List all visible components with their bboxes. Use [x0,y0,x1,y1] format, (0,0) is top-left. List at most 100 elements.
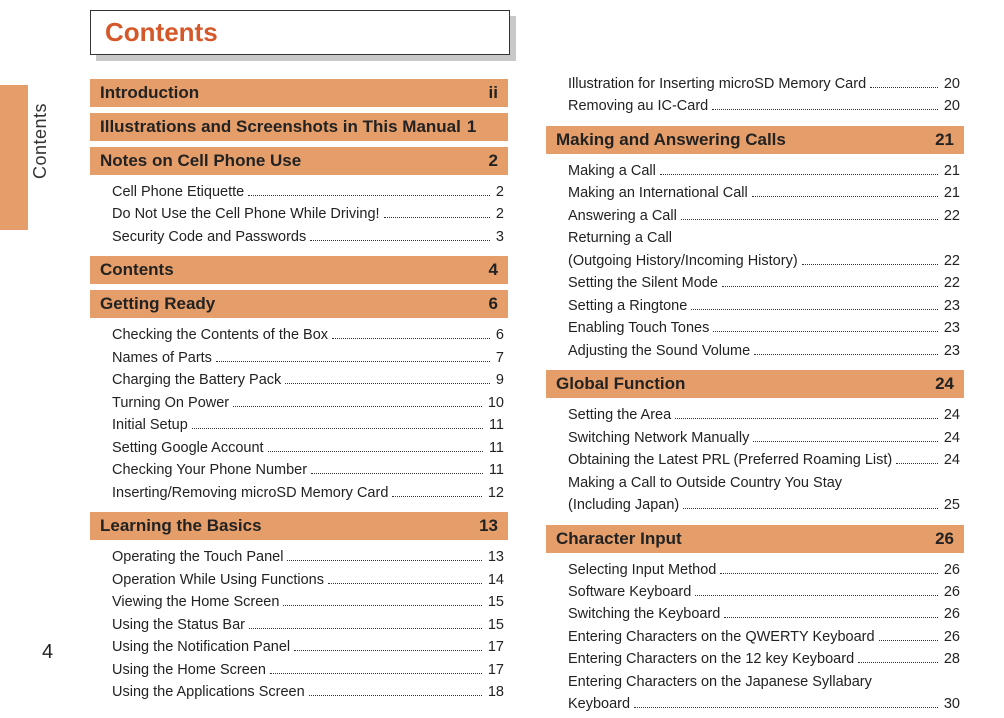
toc-items: Illustration for Inserting microSD Memor… [546,73,964,120]
section-header: Contents4 [90,256,508,284]
toc-row: Checking Your Phone Number11 [112,459,504,481]
toc-label: Operation While Using Functions [112,569,324,591]
section-header: Notes on Cell Phone Use2 [90,147,508,175]
toc-label: Removing au IC-Card [568,95,708,117]
toc-items: Cell Phone Etiquette2Do Not Use the Cell… [90,181,508,250]
toc-label: Entering Characters on the 12 key Keyboa… [568,648,854,670]
toc-label: Setting Google Account [112,437,264,459]
toc-label: Making a Call to Outside Country You Sta… [568,472,842,494]
toc-row: Entering Characters on the 12 key Keyboa… [568,648,960,670]
toc-page: 26 [942,626,960,648]
toc-leader [683,497,938,509]
section-page: ii [489,83,498,103]
toc-page: 11 [487,459,504,481]
toc-label: Illustration for Inserting microSD Memor… [568,73,866,95]
toc-leader [384,207,490,219]
toc-row: Cell Phone Etiquette2 [112,181,504,203]
section-header: Illustrations and Screenshots in This Ma… [90,113,508,141]
toc-row: Switching Network Manually 24 [568,427,960,449]
toc-row: Do Not Use the Cell Phone While Driving!… [112,203,504,225]
toc-leader [695,584,938,596]
toc-leader [287,550,481,562]
toc-leader [233,395,482,407]
toc-leader [870,76,938,88]
section-header: Getting Ready6 [90,290,508,318]
page: Contents 4 Contents IntroductioniiIllust… [0,0,1004,674]
toc-leader [192,418,483,430]
toc-leader [802,253,938,265]
toc-label: (Outgoing History/Incoming History) [568,250,798,272]
toc-page: 20 [942,95,960,117]
toc-row: Turning On Power10 [112,392,504,414]
toc-row: Operation While Using Functions14 [112,569,504,591]
toc-page: 18 [486,681,504,703]
toc-leader [309,684,482,696]
toc-row: Selecting Input Method26 [568,559,960,581]
toc-columns: Introductionii Illustrations and Screensh… [90,73,964,718]
toc-row: Initial Setup11 [112,414,504,436]
toc-items: Checking the Contents of the Box6Names o… [90,324,508,506]
toc-label: Selecting Input Method [568,559,716,581]
toc-page: 15 [486,591,504,613]
toc-page: 24 [942,449,960,471]
toc-label: Operating the Touch Panel [112,546,283,568]
toc-leader [675,408,938,420]
toc-label: Checking the Contents of the Box [112,324,328,346]
toc-column: Illustration for Inserting microSD Memor… [546,73,964,718]
toc-leader [294,639,482,651]
toc-row: Using the Home Screen17 [112,659,504,681]
section-page: 13 [479,516,498,536]
toc-label: Returning a Call [568,227,672,249]
toc-row: Software Keyboard26 [568,581,960,603]
toc-page: 7 [494,347,504,369]
toc-page: 23 [942,317,960,339]
toc-items: Operating the Touch Panel13Operation Whi… [90,546,508,705]
toc-label: Security Code and Passwords [112,226,306,248]
toc-leader [285,373,490,385]
toc-leader [681,208,938,220]
toc-page: 21 [942,160,960,182]
side-tab [0,85,28,230]
section-header: Character Input26 [546,525,964,553]
toc-leader [720,562,938,574]
toc-label: Viewing the Home Screen [112,591,279,613]
toc-leader [216,350,490,362]
toc-page: 24 [942,427,960,449]
toc-label: Using the Status Bar [112,614,245,636]
page-title: Contents [105,17,218,47]
toc-page: 22 [942,205,960,227]
section-title: Global Function [556,374,685,394]
toc-label: Software Keyboard [568,581,691,603]
toc-label: Using the Applications Screen [112,681,305,703]
toc-leader [752,186,938,198]
toc-leader [722,276,938,288]
toc-leader [713,321,938,333]
section-header: Introductionii [90,79,508,107]
section-page: 24 [935,374,954,394]
toc-page: 23 [942,340,960,362]
toc-page: 2 [494,203,504,225]
toc-items: Setting the Area24Switching Network Manu… [546,404,964,518]
section-header: Making and Answering Calls21 [546,126,964,154]
toc-row: Security Code and Passwords3 [112,226,504,248]
toc-leader [268,440,483,452]
toc-leader [392,485,481,497]
toc-page: 13 [486,546,504,568]
toc-column: Introductionii Illustrations and Screensh… [90,73,508,718]
toc-items: Selecting Input Method26Software Keyboar… [546,559,964,718]
title-front: Contents [90,10,510,55]
toc-row: Checking the Contents of the Box 6 [112,324,504,346]
toc-page: 6 [494,324,504,346]
toc-row: Operating the Touch Panel 13 [112,546,504,568]
toc-leader [660,163,938,175]
toc-label: Do Not Use the Cell Phone While Driving! [112,203,380,225]
toc-label: Entering Characters on the QWERTY Keyboa… [568,626,875,648]
toc-page: 12 [486,482,504,504]
side-section-label: Contents [30,103,51,179]
toc-row: Switching the Keyboard26 [568,603,960,625]
toc-label: Switching Network Manually [568,427,749,449]
toc-page: 11 [487,437,504,459]
toc-page: 9 [494,369,504,391]
toc-leader [328,572,482,584]
toc-row: Entering Characters on the QWERTY Keyboa… [568,626,960,648]
